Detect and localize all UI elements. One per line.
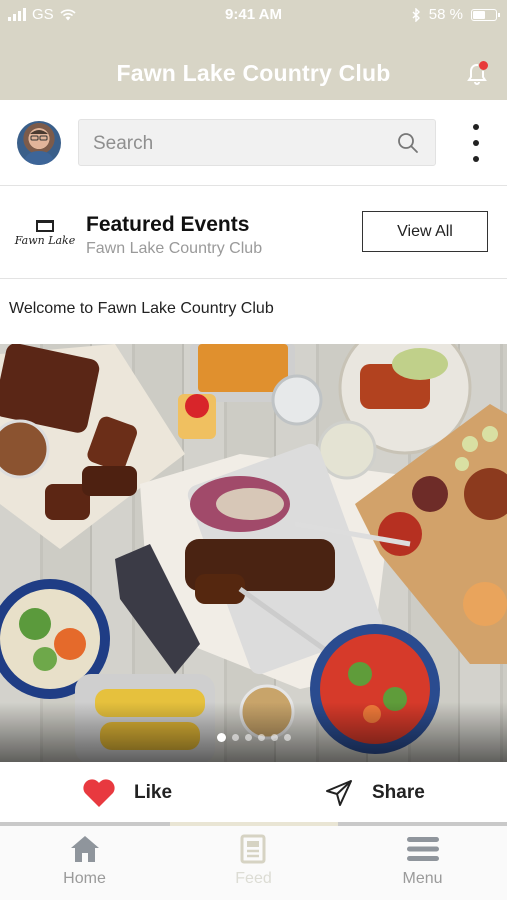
post-text: Welcome to Fawn Lake Country Club bbox=[9, 300, 274, 317]
share-button[interactable]: Share bbox=[324, 778, 425, 808]
page-title: Fawn Lake Country Club bbox=[116, 60, 391, 86]
bluetooth-icon bbox=[412, 7, 420, 22]
like-label: Like bbox=[134, 782, 173, 803]
club-logo: Fawn Lake bbox=[14, 220, 76, 256]
battery-icon bbox=[471, 8, 500, 21]
carousel-dot[interactable] bbox=[231, 734, 239, 741]
tab-menu-label: Menu bbox=[402, 870, 443, 887]
tab-feed-label: Feed bbox=[235, 870, 272, 887]
search-input[interactable] bbox=[93, 132, 373, 156]
share-label: Share bbox=[372, 782, 425, 803]
tab-home[interactable]: Home bbox=[0, 834, 169, 888]
post-actions: Like Share bbox=[0, 762, 507, 824]
post-image[interactable] bbox=[0, 344, 507, 762]
tab-home-label: Home bbox=[63, 870, 106, 887]
search-field[interactable] bbox=[78, 119, 436, 166]
search-icon[interactable] bbox=[397, 132, 419, 154]
carousel-dots[interactable] bbox=[0, 733, 507, 742]
club-logo-text: Fawn Lake bbox=[14, 234, 76, 247]
view-all-button[interactable]: View All bbox=[362, 211, 488, 252]
avatar[interactable] bbox=[17, 121, 61, 165]
send-icon bbox=[326, 780, 352, 806]
app-header: GS 9:41 AM 58 % Fawn Lake Country Club bbox=[0, 0, 507, 100]
more-options-icon[interactable] bbox=[471, 124, 481, 162]
carousel-dot[interactable] bbox=[244, 734, 252, 741]
heart-icon bbox=[83, 779, 115, 807]
featured-subtitle: Fawn Lake Country Club bbox=[86, 240, 263, 257]
search-bar-row bbox=[0, 100, 507, 186]
home-icon bbox=[70, 836, 99, 862]
carousel-dot[interactable] bbox=[283, 734, 291, 741]
feed-icon bbox=[240, 834, 265, 864]
status-bar: GS 9:41 AM 58 % bbox=[0, 0, 507, 30]
tab-feed[interactable]: Feed bbox=[169, 834, 338, 888]
battery-percent: 58 % bbox=[428, 6, 463, 23]
carousel-dot[interactable] bbox=[216, 733, 226, 742]
featured-events-card: Fawn Lake Featured Events Fawn Lake Coun… bbox=[0, 186, 507, 279]
tab-menu[interactable]: Menu bbox=[338, 834, 507, 888]
menu-icon bbox=[406, 837, 439, 861]
tab-bar: Home Feed Menu bbox=[0, 826, 507, 900]
featured-title: Featured Events bbox=[86, 213, 250, 236]
like-button[interactable]: Like bbox=[82, 778, 172, 808]
notification-badge bbox=[478, 60, 489, 71]
carousel-dot[interactable] bbox=[270, 734, 278, 741]
carousel-dot[interactable] bbox=[257, 734, 265, 741]
